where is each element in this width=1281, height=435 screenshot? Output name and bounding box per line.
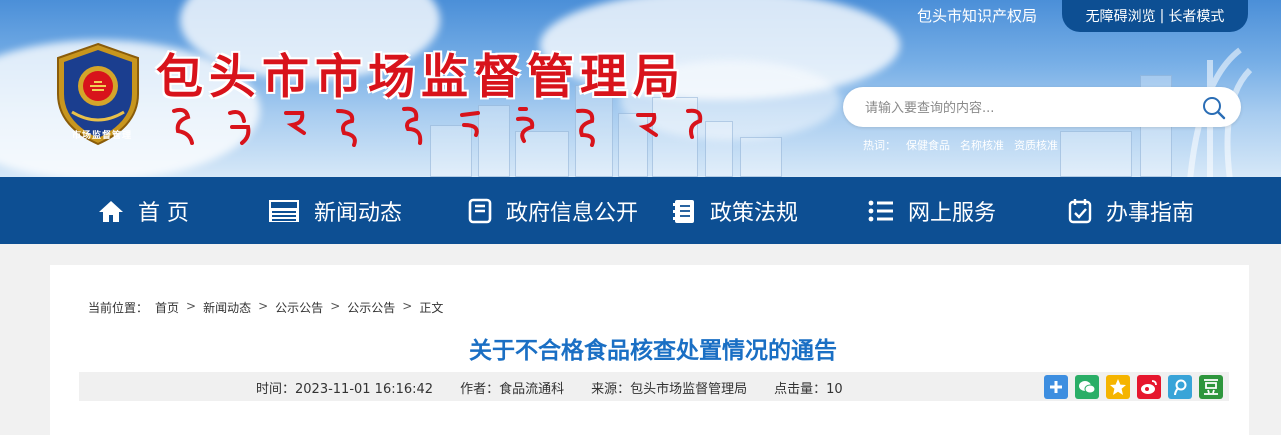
- nav-item-home[interactable]: 首 页: [98, 177, 189, 244]
- nav-label: 网上服务: [908, 200, 997, 226]
- book-icon: [673, 199, 694, 223]
- douban-icon[interactable]: [1199, 375, 1223, 399]
- building-decoration: [740, 137, 782, 177]
- emblem-text: 市场监督管理: [72, 131, 133, 141]
- breadcrumb-separator: >: [330, 299, 341, 313]
- nav-label: 政策法规: [710, 200, 799, 226]
- barrier-free-button[interactable]: 无障碍浏览: [1086, 6, 1156, 26]
- document-icon: [468, 198, 492, 223]
- accessibility-buttons: 无障碍浏览 | 长者模式: [1062, 0, 1248, 32]
- main-nav: 首 页 新闻动态 政府信息公开 政策法规 网上服务 办事指南: [0, 177, 1281, 244]
- publish-time: 时间：2023-11-01 16:16:42: [256, 382, 434, 397]
- elder-mode-button[interactable]: 长者模式: [1168, 6, 1224, 26]
- breadcrumb-item-news[interactable]: 新闻动态: [203, 299, 251, 316]
- hot-word-link[interactable]: 名称核准: [960, 137, 1004, 153]
- breadcrumb-item-home[interactable]: 首页: [155, 299, 179, 316]
- building-decoration: [705, 121, 733, 177]
- site-header: 市场监督管理 包头市市场监督管理局 包头市知识产权局 无障碍浏览 | 长者模式 …: [0, 0, 1281, 177]
- breadcrumb-item-notice-sub[interactable]: 公示公告: [347, 299, 395, 316]
- home-icon: [99, 200, 123, 222]
- breadcrumb-label: 当前位置：: [88, 301, 149, 315]
- article-source: 来源：包头市场监督管理局: [591, 382, 748, 397]
- article-meta-bar: 时间：2023-11-01 16:16:42 作者：食品流通科 来源：包头市场监…: [79, 372, 1229, 401]
- share-bar: [1044, 375, 1223, 399]
- ip-office-link[interactable]: 包头市知识产权局: [917, 5, 1037, 26]
- nav-item-policy[interactable]: 政策法规: [672, 177, 798, 244]
- hot-word-link[interactable]: 保健食品: [906, 137, 950, 153]
- breadcrumb: 当前位置： 首页 > 新闻动态 > 公示公告 > 公示公告 > 正文: [88, 299, 443, 316]
- list-icon: [868, 200, 893, 221]
- breadcrumb-separator: >: [186, 299, 197, 313]
- site-title: 包头市市场监督管理局: [156, 50, 686, 105]
- guide-icon: [1068, 198, 1092, 223]
- hot-words-label: 热词：: [863, 139, 896, 152]
- nav-item-online-service[interactable]: 网上服务: [868, 177, 996, 244]
- qzone-icon[interactable]: [1106, 375, 1130, 399]
- plus-share-icon[interactable]: [1044, 375, 1068, 399]
- nav-label: 政府信息公开: [506, 200, 639, 226]
- nav-label: 新闻动态: [314, 200, 403, 226]
- search-input[interactable]: [863, 96, 1187, 120]
- nav-label: 办事指南: [1106, 200, 1195, 226]
- article-title: 关于不合格食品核查处置情况的通告: [469, 338, 837, 364]
- nav-item-guide[interactable]: 办事指南: [1068, 177, 1194, 244]
- hot-words: 热词： 保健食品 名称核准 资质核准: [863, 137, 1058, 153]
- nav-label: 首 页: [138, 200, 189, 226]
- news-icon: [269, 199, 299, 222]
- click-count: 点击量：10: [774, 382, 843, 397]
- nav-item-gov-info[interactable]: 政府信息公开: [468, 177, 638, 244]
- tencent-weibo-icon[interactable]: [1168, 375, 1192, 399]
- weibo-icon[interactable]: [1137, 375, 1161, 399]
- breadcrumb-separator: >: [258, 299, 269, 313]
- nav-item-news[interactable]: 新闻动态: [268, 177, 402, 244]
- access-separator: |: [1159, 8, 1165, 24]
- article-author: 作者：食品流通科: [460, 382, 565, 397]
- breadcrumb-separator: >: [402, 299, 413, 313]
- hot-word-link[interactable]: 资质核准: [1014, 137, 1058, 153]
- mongolian-title-decoration: [172, 106, 703, 147]
- breadcrumb-item-current: 正文: [419, 301, 444, 315]
- search-box: [843, 87, 1241, 127]
- article-meta: 时间：2023-11-01 16:16:42 作者：食品流通科 来源：包头市场监…: [256, 378, 843, 397]
- search-icon[interactable]: [1201, 95, 1227, 121]
- building-decoration: [1060, 131, 1132, 177]
- wechat-icon[interactable]: [1075, 375, 1099, 399]
- breadcrumb-item-notice[interactable]: 公示公告: [275, 299, 323, 316]
